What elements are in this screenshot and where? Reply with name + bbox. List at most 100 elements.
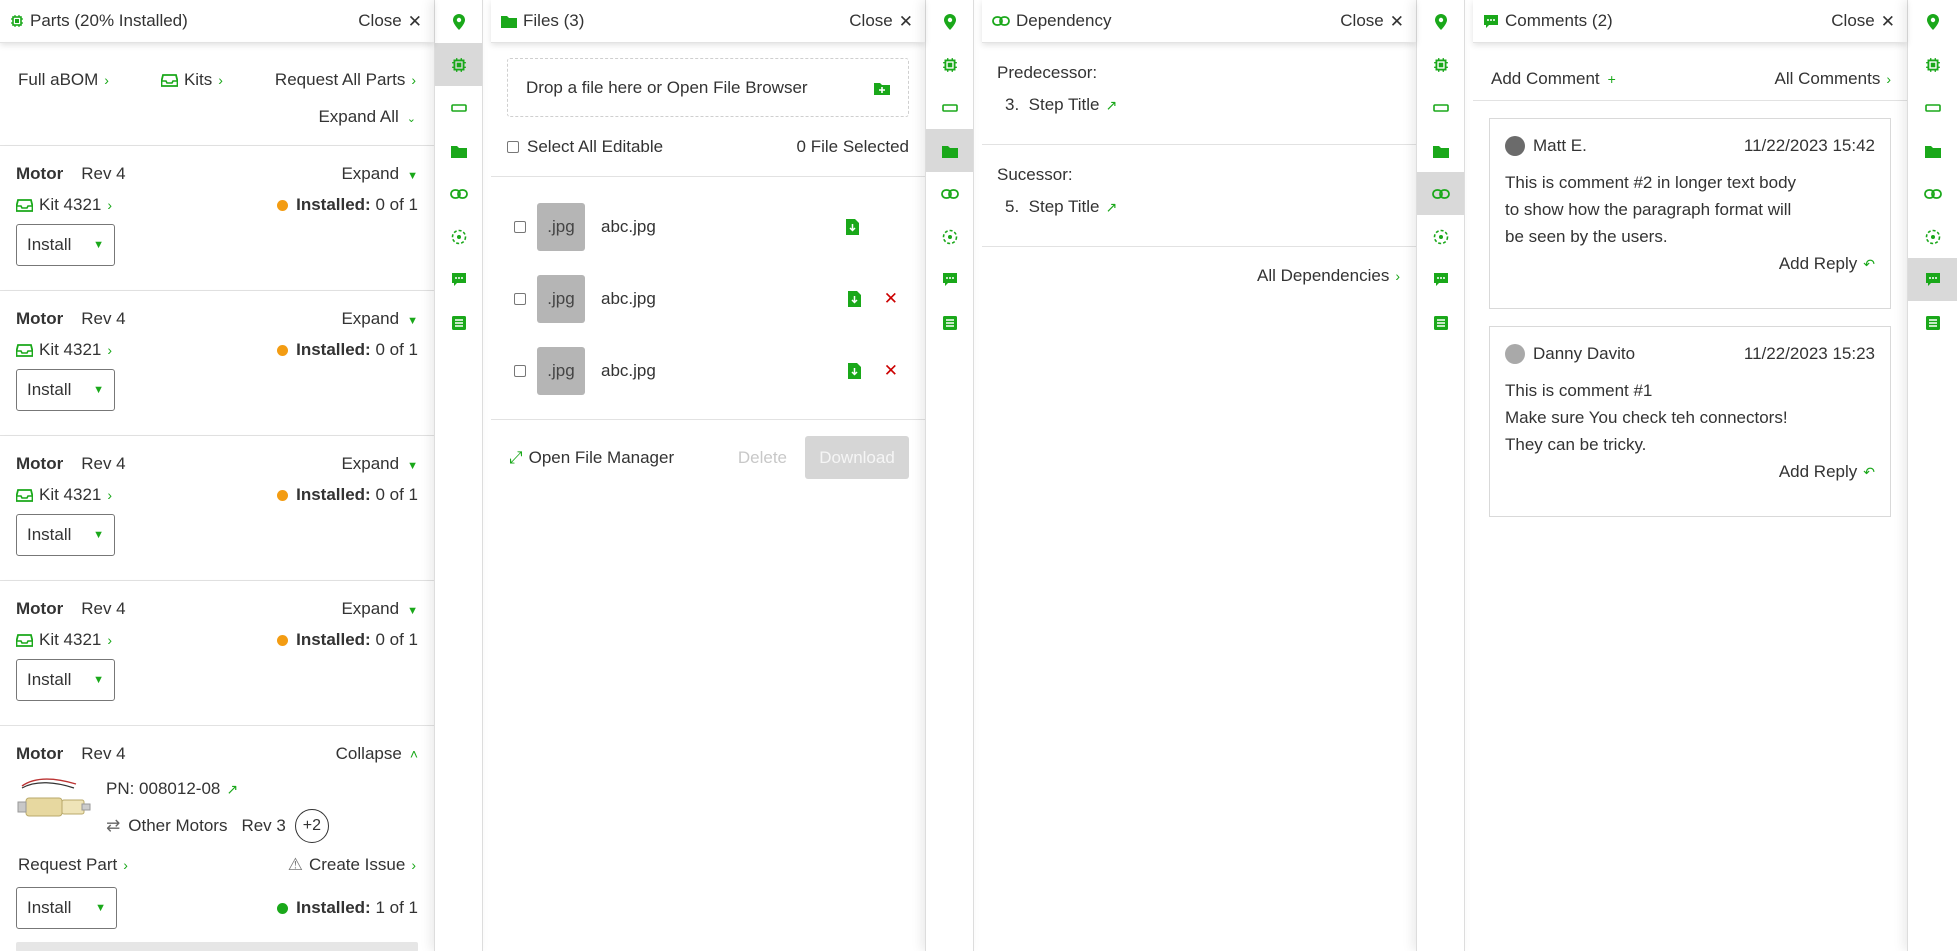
- file-name[interactable]: abc.jpg: [601, 289, 656, 309]
- rail-location[interactable]: [435, 0, 482, 43]
- part-number-link[interactable]: PN: 008012-08 ↗: [106, 779, 238, 799]
- rail-location[interactable]: [1417, 0, 1464, 43]
- request-all-parts-link[interactable]: Request All Parts ›: [275, 70, 416, 90]
- tray-icon: [160, 73, 178, 87]
- list-icon: [451, 315, 466, 330]
- comment-date: 11/22/2023 15:23: [1743, 344, 1875, 363]
- rail-list[interactable]: [1908, 301, 1957, 344]
- predecessor-step-link[interactable]: 3. Step Title ↗: [997, 95, 1401, 115]
- kits-link[interactable]: Kits ›: [160, 70, 223, 90]
- rail-comments[interactable]: [435, 258, 482, 301]
- kit-link[interactable]: Kit 4321 ›: [16, 340, 112, 360]
- rail-cube[interactable]: [926, 215, 973, 258]
- expand-all-button[interactable]: Expand All ⌄: [318, 107, 416, 127]
- rail-parts[interactable]: [435, 43, 482, 86]
- rail-files[interactable]: [1417, 129, 1464, 172]
- add-reply-button[interactable]: Add Reply ↶: [1779, 254, 1875, 274]
- request-part-link[interactable]: Request Part ›: [18, 855, 128, 875]
- caret-down-icon: ▼: [93, 384, 104, 396]
- select-all-editable[interactable]: Select All Editable: [507, 137, 663, 157]
- create-issue-link[interactable]: ⚠ Create Issue ›: [288, 855, 416, 875]
- rail-bar[interactable]: [435, 86, 482, 129]
- install-select[interactable]: Install ▼: [16, 659, 115, 701]
- side-rail: [1416, 0, 1465, 951]
- parts-panel: Parts (20% Installed) Close ✕ Full aBOM › …: [0, 0, 434, 951]
- rail-dependency[interactable]: [435, 172, 482, 215]
- more-revs-badge[interactable]: +2: [294, 809, 329, 843]
- expand-button[interactable]: Expand ▼: [341, 599, 418, 619]
- rail-bar[interactable]: [926, 86, 973, 129]
- rail-dependency[interactable]: [1908, 172, 1957, 215]
- kit-link[interactable]: Kit 4321 ›: [16, 195, 112, 215]
- motor-name: Motor: [16, 744, 64, 763]
- full-abom-link[interactable]: Full aBOM ›: [18, 70, 109, 90]
- rail-list[interactable]: [926, 301, 973, 344]
- parts-close-button[interactable]: Close ✕: [358, 11, 422, 31]
- file-checkbox[interactable]: [514, 221, 526, 233]
- download-file-icon[interactable]: [847, 363, 861, 379]
- successor-step-link[interactable]: 5. Step Title ↗: [997, 197, 1401, 217]
- expand-button[interactable]: Expand ▼: [341, 164, 418, 184]
- rail-comments[interactable]: [1908, 258, 1957, 301]
- rail-location[interactable]: [926, 0, 973, 43]
- link-icon: [1923, 188, 1942, 199]
- rail-comments[interactable]: [926, 258, 973, 301]
- rail-dependency[interactable]: [926, 172, 973, 215]
- delete-button[interactable]: Delete: [732, 448, 793, 468]
- select-all-checkbox[interactable]: [507, 140, 519, 153]
- file-checkbox[interactable]: [514, 293, 526, 305]
- install-select[interactable]: Install ▼: [16, 369, 115, 411]
- add-reply-button[interactable]: Add Reply ↶: [1779, 462, 1875, 482]
- all-comments-link[interactable]: All Comments ›: [1775, 69, 1891, 89]
- all-dependencies-link[interactable]: All Dependencies ›: [1257, 266, 1400, 286]
- download-button[interactable]: Download: [805, 436, 909, 479]
- install-select[interactable]: Install ▼: [16, 224, 115, 266]
- files-header: Files (3) Close ✕: [491, 0, 925, 43]
- file-name[interactable]: abc.jpg: [601, 361, 656, 381]
- rail-files[interactable]: [435, 129, 482, 172]
- rail-bar[interactable]: [1908, 86, 1957, 129]
- folder-icon: [450, 145, 467, 158]
- chevron-right-icon: ›: [107, 487, 113, 503]
- expand-button[interactable]: Expand ▼: [341, 454, 418, 474]
- status-dot: [277, 344, 289, 356]
- download-file-icon[interactable]: [846, 219, 859, 235]
- rail-dependency[interactable]: [1417, 172, 1464, 215]
- install-select[interactable]: Install ▼: [16, 514, 115, 556]
- file-checkbox[interactable]: [514, 365, 526, 377]
- rail-cube[interactable]: [435, 215, 482, 258]
- rail-parts[interactable]: [1908, 43, 1957, 86]
- expand-icon: ⤢: [509, 447, 523, 467]
- rail-list[interactable]: [435, 301, 482, 344]
- delete-file-icon[interactable]: ✕: [884, 361, 898, 381]
- motor-thumbnail: [17, 778, 91, 817]
- add-comment-button[interactable]: Add Comment +: [1491, 69, 1616, 89]
- rail-list[interactable]: [1417, 301, 1464, 344]
- list-icon: [1925, 315, 1940, 330]
- dependency-close-button[interactable]: Close ✕: [1340, 11, 1404, 31]
- comment-card: Matt E. 11/22/2023 15:42 This is comment…: [1489, 118, 1891, 309]
- rail-cube[interactable]: [1908, 215, 1957, 258]
- rail-files[interactable]: [926, 129, 973, 172]
- collapse-button[interactable]: Collapse ˄: [336, 744, 418, 764]
- download-file-icon[interactable]: [847, 291, 861, 307]
- kit-link[interactable]: Kit 4321 ›: [16, 485, 112, 505]
- open-file-manager-link[interactable]: ⤢ Open File Manager: [509, 448, 674, 468]
- rail-bar[interactable]: [1417, 86, 1464, 129]
- rail-location[interactable]: [1908, 0, 1957, 43]
- rail-cube[interactable]: [1417, 215, 1464, 258]
- rail-files[interactable]: [1908, 129, 1957, 172]
- rail-comments[interactable]: [1417, 258, 1464, 301]
- delete-file-icon[interactable]: ✕: [884, 289, 898, 309]
- file-name[interactable]: abc.jpg: [601, 217, 656, 237]
- rail-parts[interactable]: [1417, 43, 1464, 86]
- file-drop-zone[interactable]: Drop a file here or Open File Browser: [507, 58, 909, 117]
- chevron-right-icon: ›: [411, 71, 416, 88]
- comments-close-button[interactable]: Close ✕: [1831, 11, 1895, 31]
- file-thumbnail: .jpg: [537, 347, 585, 395]
- rail-parts[interactable]: [926, 43, 973, 86]
- install-select[interactable]: Install ▼: [16, 887, 117, 929]
- expand-button[interactable]: Expand ▼: [341, 309, 418, 329]
- files-close-button[interactable]: Close ✕: [849, 11, 913, 31]
- kit-link[interactable]: Kit 4321 ›: [16, 630, 112, 650]
